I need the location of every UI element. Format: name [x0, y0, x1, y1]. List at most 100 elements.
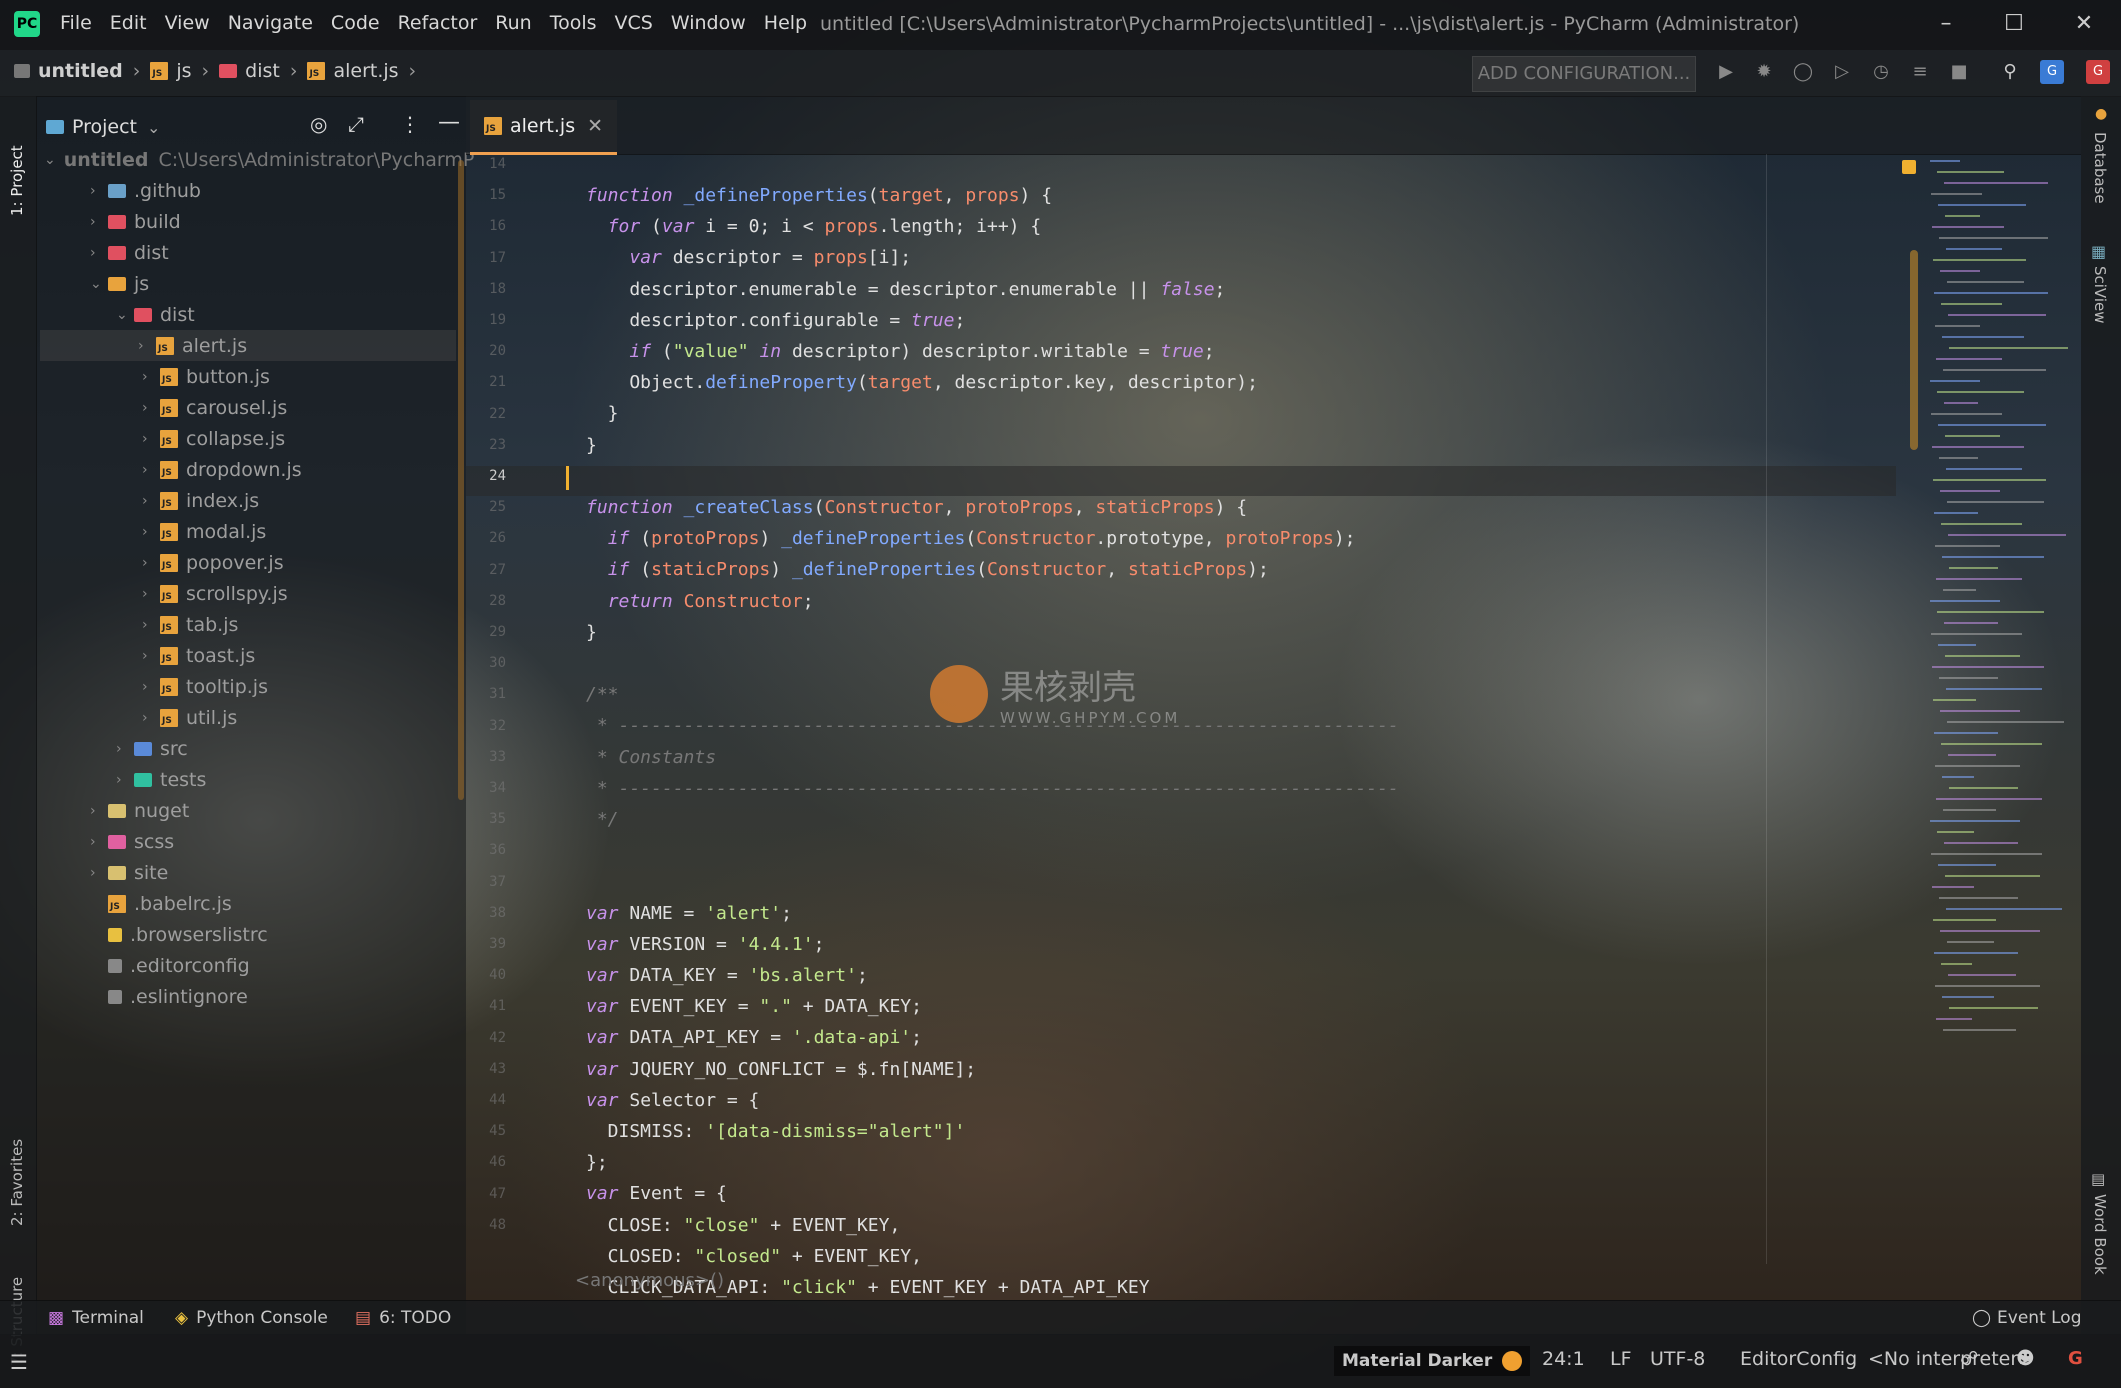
- file-encoding[interactable]: UTF-8: [1650, 1348, 1705, 1370]
- stop-icon[interactable]: ■: [1947, 60, 1971, 84]
- menu-vcs[interactable]: VCS: [615, 12, 653, 34]
- tree-item-modal-js[interactable]: › JS modal.js: [44, 516, 454, 547]
- tree-item-popover-js[interactable]: › JS popover.js: [44, 547, 454, 578]
- debug-icon[interactable]: ✹: [1752, 60, 1776, 84]
- build-icon[interactable]: ≡: [1908, 60, 1932, 84]
- line-separator[interactable]: LF: [1610, 1348, 1632, 1370]
- chevron-right-icon[interactable]: ›: [90, 183, 108, 199]
- chevron-right-icon[interactable]: ›: [90, 245, 108, 261]
- search-icon[interactable]: ⚲: [1998, 60, 2022, 84]
- chevron-right-icon[interactable]: ›: [138, 338, 156, 354]
- add-configuration-button[interactable]: ADD CONFIGURATION...: [1472, 56, 1696, 92]
- collapse-all-icon[interactable]: ⤢: [348, 112, 364, 136]
- sciview-tool-tab[interactable]: SciView: [2091, 266, 2109, 324]
- tree-item-index-js[interactable]: › JS index.js: [44, 485, 454, 516]
- tree-item-dist[interactable]: ⌄ dist: [44, 299, 454, 330]
- menu-refactor[interactable]: Refactor: [398, 12, 478, 34]
- concurrency-icon[interactable]: ◷: [1869, 60, 1893, 84]
- tree-item-carousel-js[interactable]: › JS carousel.js: [44, 392, 454, 423]
- chevron-down-icon[interactable]: ⌄: [116, 307, 134, 323]
- locate-icon[interactable]: ◎: [310, 112, 327, 136]
- maximize-icon[interactable]: ☐: [1994, 8, 2034, 40]
- tree-item-github[interactable]: › .github: [44, 175, 454, 206]
- tree-item-scss[interactable]: › scss: [44, 826, 454, 857]
- close-tab-icon[interactable]: ✕: [587, 115, 603, 137]
- chevron-right-icon[interactable]: ›: [142, 524, 160, 540]
- favorites-tool-tab[interactable]: 2: Favorites: [8, 1116, 26, 1226]
- inspector-icon[interactable]: ☻: [2016, 1348, 2035, 1369]
- tree-item-util-js[interactable]: › JS util.js: [44, 702, 454, 733]
- tree-item-untitled[interactable]: ⌄ untitled C:\Users\Administrator\PycharmP: [44, 144, 474, 175]
- terminal-tool-button[interactable]: ▩ Terminal: [48, 1308, 144, 1328]
- menu-run[interactable]: Run: [495, 12, 531, 34]
- editor-scrollbar[interactable]: [1910, 250, 1918, 450]
- run-icon[interactable]: ▶: [1714, 60, 1738, 84]
- chevron-right-icon[interactable]: ›: [142, 369, 160, 385]
- project-panel-title[interactable]: Project: [72, 116, 137, 138]
- tree-item-tooltip-js[interactable]: › JS tooltip.js: [44, 671, 454, 702]
- minimize-icon[interactable]: –: [1926, 8, 1966, 40]
- menu-navigate[interactable]: Navigate: [228, 12, 313, 34]
- tree-item-nuget[interactable]: › nuget: [44, 795, 454, 826]
- chevron-right-icon[interactable]: ›: [90, 803, 108, 819]
- hide-panel-icon[interactable]: —: [438, 110, 460, 135]
- database-tool-tab[interactable]: Database: [2091, 132, 2109, 204]
- tree-item-eslintignore[interactable]: .eslintignore: [44, 981, 454, 1012]
- menu-edit[interactable]: Edit: [110, 12, 147, 34]
- tree-item-alert-js[interactable]: › JS alert.js: [40, 330, 456, 361]
- theme-indicator[interactable]: Material Darker: [1334, 1346, 1531, 1376]
- cursor-position[interactable]: 24:1: [1542, 1348, 1585, 1370]
- tree-item-build[interactable]: › build: [44, 206, 454, 237]
- project-tool-tab[interactable]: 1: Project: [8, 106, 26, 216]
- crumb-js[interactable]: js ›: [176, 60, 209, 82]
- tree-item-site[interactable]: › site: [44, 857, 454, 888]
- chevron-down-icon[interactable]: ⌄: [90, 276, 108, 292]
- google-icon[interactable]: G: [2068, 1348, 2083, 1369]
- tree-item-toast-js[interactable]: › JS toast.js: [44, 640, 454, 671]
- menu-tools[interactable]: Tools: [550, 12, 597, 34]
- layers-icon[interactable]: ☰: [10, 1350, 28, 1374]
- tree-scrollbar[interactable]: [458, 160, 464, 800]
- google-translate-icon[interactable]: G: [2086, 60, 2110, 84]
- chevron-right-icon[interactable]: ›: [142, 555, 160, 571]
- tree-item-browserslistrc[interactable]: .browserslistrc: [44, 919, 454, 950]
- tree-item-collapse-js[interactable]: › JS collapse.js: [44, 423, 454, 454]
- chevron-right-icon[interactable]: ›: [116, 741, 134, 757]
- tree-item-tests[interactable]: › tests: [44, 764, 454, 795]
- chevron-right-icon[interactable]: ›: [142, 431, 160, 447]
- wordbook-tool-tab[interactable]: Word Book: [2091, 1194, 2109, 1275]
- crumb-alert-js[interactable]: alert.js ›: [333, 60, 416, 82]
- crumb-untitled[interactable]: untitled ›: [38, 60, 140, 82]
- lock-icon[interactable]: ☍: [1960, 1348, 1978, 1369]
- translate-icon[interactable]: G: [2040, 60, 2064, 84]
- todo-tool-button[interactable]: ▤ 6: TODO: [355, 1308, 451, 1328]
- tree-item-dropdown-js[interactable]: › JS dropdown.js: [44, 454, 454, 485]
- tree-item-editorconfig[interactable]: .editorconfig: [44, 950, 454, 981]
- event-log-button[interactable]: ◯ Event Log: [1972, 1308, 2082, 1328]
- chevron-right-icon[interactable]: ›: [142, 679, 160, 695]
- tab-alert-js[interactable]: JS alert.js ✕: [470, 100, 618, 155]
- chevron-down-icon[interactable]: ⌄: [147, 118, 160, 137]
- menu-code[interactable]: Code: [331, 12, 380, 34]
- chevron-right-icon[interactable]: ›: [142, 586, 160, 602]
- chevron-right-icon[interactable]: ›: [90, 214, 108, 230]
- tree-item-js[interactable]: ⌄ js: [44, 268, 454, 299]
- chevron-right-icon[interactable]: ›: [142, 493, 160, 509]
- python-console-tool-button[interactable]: ◈ Python Console: [175, 1308, 328, 1328]
- run-profile-icon[interactable]: ▷: [1830, 60, 1854, 84]
- chevron-right-icon[interactable]: ›: [90, 865, 108, 881]
- menu-view[interactable]: View: [165, 12, 210, 34]
- chevron-right-icon[interactable]: ›: [142, 710, 160, 726]
- tree-item-babelrc-js[interactable]: JS .babelrc.js: [44, 888, 454, 919]
- chevron-right-icon[interactable]: ›: [142, 400, 160, 416]
- tree-item-button-js[interactable]: › JS button.js: [44, 361, 454, 392]
- chevron-right-icon[interactable]: ›: [142, 617, 160, 633]
- coverage-icon[interactable]: ◯: [1791, 60, 1815, 84]
- tree-item-src[interactable]: › src: [44, 733, 454, 764]
- tree-item-scrollspy-js[interactable]: › JS scrollspy.js: [44, 578, 454, 609]
- close-window-icon[interactable]: ✕: [2064, 8, 2104, 40]
- interpreter-status[interactable]: <No interpreter>: [1868, 1348, 2034, 1370]
- menu-help[interactable]: Help: [764, 12, 807, 34]
- menu-file[interactable]: File: [60, 12, 92, 34]
- options-icon[interactable]: ⋮: [400, 112, 420, 136]
